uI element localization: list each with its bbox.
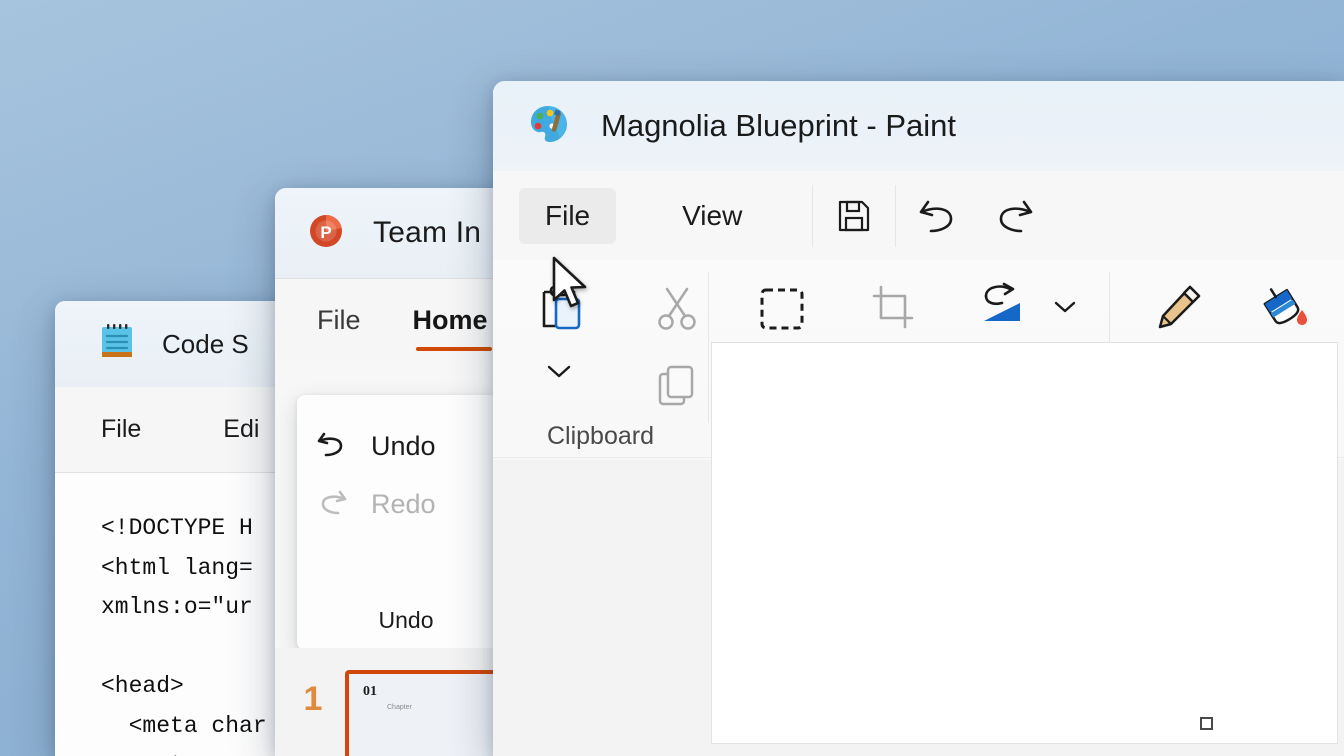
crop-icon [857,270,929,346]
slide-number: 1 [303,680,323,718]
rotate-dropdown-chevron-down-icon[interactable] [1043,285,1087,329]
desktop-background: Code S File Edi <!DOCTYPE H <html lang= … [0,0,1344,756]
cut-icon [641,270,713,348]
slide-thumb-title: 01 [363,684,377,699]
undo-label: Undo [371,430,436,461]
paint-window[interactable]: Magnolia Blueprint - Paint File View Cli… [493,81,1344,756]
paint-titlebar[interactable]: Magnolia Blueprint - Paint [493,81,1344,171]
tab-active-underline [415,346,492,351]
undo-icon[interactable] [898,185,976,247]
canvas-resize-handle[interactable] [1200,717,1213,730]
undo-group-label: Undo [378,607,434,633]
tab-home[interactable]: Home [412,304,492,351]
fill-bucket-icon[interactable] [1244,270,1322,346]
ribbon-group-clipboard: Clipboard [493,260,708,457]
paint-canvas[interactable] [712,343,1337,743]
paint-quick-access-toolbar[interactable] [815,184,1054,247]
powerpoint-title: Team In [373,216,482,249]
toolbar-separator-1 [812,184,814,247]
paste-split-button[interactable] [523,270,595,394]
pencil-icon[interactable] [1140,270,1218,346]
slide-thumb-subtitle: Chapter [387,704,412,711]
paint-title: Magnolia Blueprint - Paint [601,108,956,143]
clipboard-group-label: Clipboard [546,422,654,450]
copy-icon [641,350,713,422]
undo-icon [315,428,349,465]
powerpoint-icon: P [307,212,345,255]
redo-label: Redo [371,488,436,519]
svg-text:P: P [320,223,331,242]
paint-menu-view[interactable]: View [656,188,768,244]
notepad-menu-edit[interactable]: Edi [223,415,259,444]
paint-toolbar[interactable]: File View [493,171,1344,260]
notepad-menu-file[interactable]: File [101,415,141,444]
redo-command: Redo [297,475,515,533]
redo-icon [315,486,349,523]
tab-file[interactable]: File [317,305,361,336]
tab-home-label: Home [412,304,488,335]
paste-dropdown-chevron-down-icon[interactable] [529,348,589,394]
powerpoint-undo-group-panel[interactable]: Undo Redo Undo [297,395,515,650]
notepad-title: Code S [162,328,249,359]
rotate-split-button[interactable] [967,270,1087,344]
paste-icon[interactable] [523,270,595,348]
paint-palette-icon [527,102,571,151]
redo-icon[interactable] [976,185,1054,247]
select-icon[interactable] [745,270,819,348]
paint-menu-file[interactable]: File [519,187,617,244]
save-icon[interactable] [815,185,893,247]
notepad-icon [100,323,134,366]
undo-command[interactable]: Undo [297,417,515,475]
rotate-icon[interactable] [967,270,1043,344]
toolbar-separator-2 [895,184,897,247]
